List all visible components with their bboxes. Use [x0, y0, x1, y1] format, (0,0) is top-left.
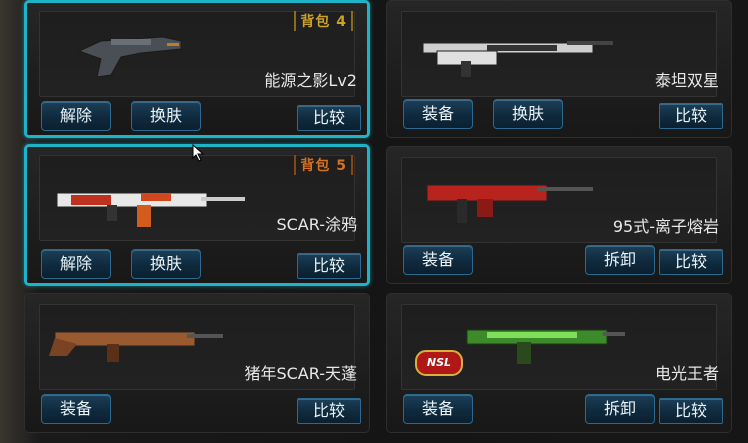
skin-button[interactable]: 换肤 — [131, 249, 201, 279]
equip-button[interactable]: 装备 — [403, 394, 473, 424]
weapon-image-titan-twin — [422, 41, 613, 77]
detach-button[interactable]: 拆卸 — [585, 394, 655, 424]
equip-button[interactable]: 装备 — [403, 245, 473, 275]
compare-button[interactable]: 比较 — [297, 398, 361, 424]
compare-button[interactable]: 比较 — [297, 105, 361, 131]
weapon-card-5[interactable]: 猪年SCAR-天蓬 装备 比较 — [24, 293, 370, 433]
weapon-name: 电光王者 — [654, 364, 719, 383]
backpack-4-badge: 背包 4 — [294, 11, 353, 31]
skin-button[interactable]: 换肤 — [131, 101, 201, 131]
weapon-card-2[interactable]: 泰坦双星 装备 换肤 比较 — [386, 0, 732, 138]
weapon-image-energy-shadow — [77, 36, 182, 78]
backpack-5-badge: 背包 5 — [294, 155, 353, 175]
weapon-card-4[interactable]: 95式-离子熔岩 装备 拆卸 比较 — [386, 146, 732, 284]
skin-button[interactable]: 换肤 — [493, 99, 563, 129]
weapon-name: 泰坦双星 — [654, 71, 719, 90]
weapon-image-pig-year-scar — [49, 331, 223, 362]
unequip-button[interactable]: 解除 — [41, 101, 111, 131]
compare-button[interactable]: 比较 — [659, 249, 723, 275]
weapon-image-scar-graffiti — [56, 192, 245, 227]
equip-button[interactable]: 装备 — [403, 99, 473, 129]
weapon-card-1[interactable]: 背包 4 能源之影Lv2 解除 换肤 比较 — [24, 0, 370, 138]
mouse-cursor-icon — [192, 144, 205, 162]
compare-button[interactable]: 比较 — [659, 103, 723, 129]
weapon-name: SCAR-涂鸦 — [276, 215, 357, 234]
weapon-card-3[interactable]: 背包 5 SCAR-涂鸦 解除 换肤 比较 — [24, 144, 370, 286]
weapon-name: 95式-离子熔岩 — [612, 217, 719, 236]
detach-button[interactable]: 拆卸 — [585, 245, 655, 275]
compare-button[interactable]: 比较 — [297, 253, 361, 279]
weapon-name: 能源之影Lv2 — [264, 71, 357, 90]
compare-button[interactable]: 比较 — [659, 398, 723, 424]
unequip-button[interactable]: 解除 — [41, 249, 111, 279]
weapon-image-type95-ion-lava — [426, 184, 593, 223]
equip-button[interactable]: 装备 — [41, 394, 111, 424]
weapon-name: 猪年SCAR-天蓬 — [244, 364, 357, 383]
weapon-card-6[interactable]: NSL 电光王者 装备 拆卸 比较 — [386, 293, 732, 433]
nsl-badge: NSL — [415, 350, 463, 376]
